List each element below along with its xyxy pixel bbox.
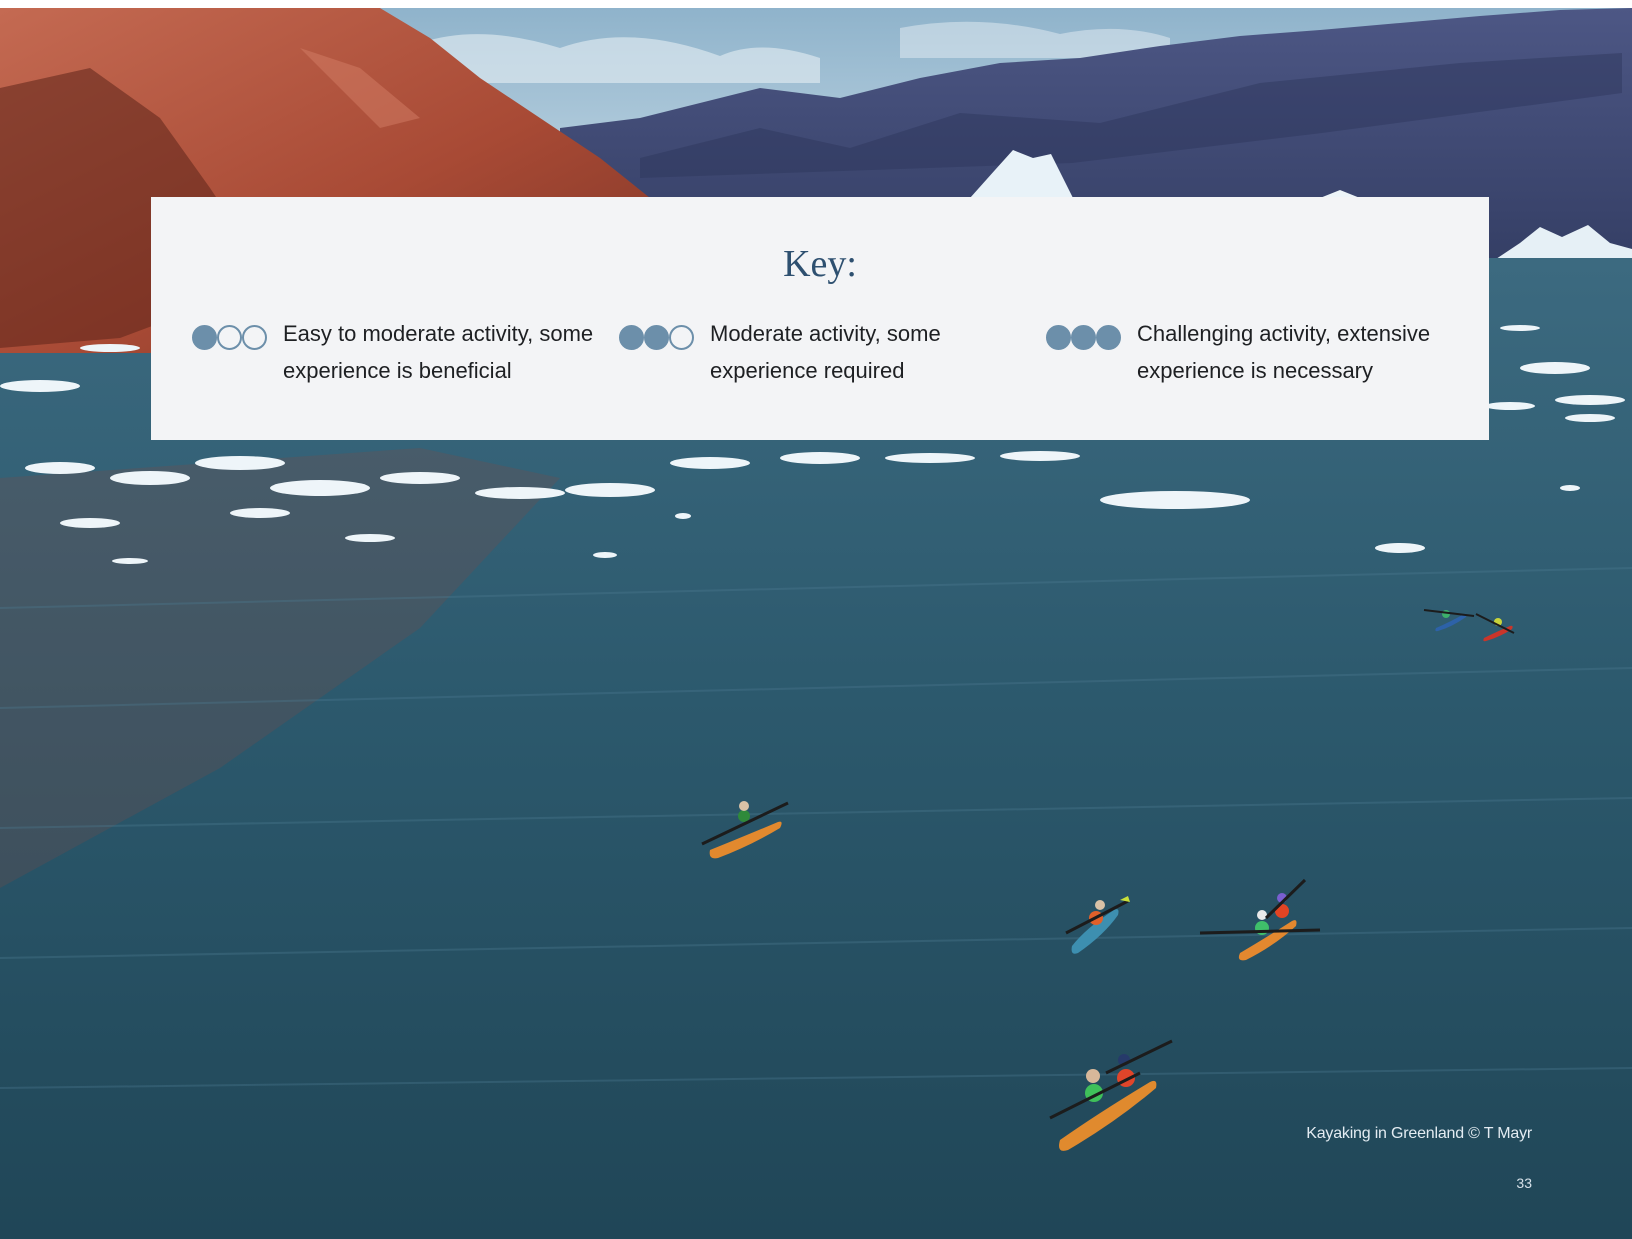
key-title: Key:: [783, 243, 857, 285]
key-panel: Key: Easy to moderate activity, some exp…: [151, 197, 1489, 440]
brochure-page: Key: Easy to moderate activity, some exp…: [0, 8, 1632, 1239]
empty-dot-icon: [669, 325, 694, 350]
key-item-challenging: Challenging activity, extensive experien…: [1005, 313, 1430, 393]
empty-dot-icon: [242, 325, 267, 350]
page-number: 33: [1516, 1175, 1532, 1191]
photo-caption: Kayaking in Greenland © T Mayr: [1306, 1125, 1532, 1142]
key-item-moderate: Moderate activity, some experience requi…: [578, 313, 978, 393]
difficulty-dots-1-of-3-icon: [192, 325, 268, 350]
key-item-description: Challenging activity, extensive experien…: [1137, 321, 1431, 383]
filled-dot-icon: [644, 325, 669, 350]
key-item-description: Easy to moderate activity, some experien…: [283, 321, 594, 383]
key-item-easy: Easy to moderate activity, some experien…: [151, 313, 593, 393]
filled-dot-icon: [619, 325, 644, 350]
filled-dot-icon: [1046, 325, 1071, 350]
filled-dot-icon: [1071, 325, 1096, 350]
empty-dot-icon: [217, 325, 242, 350]
filled-dot-icon: [192, 325, 217, 350]
key-item-description: Moderate activity, some experience requi…: [710, 321, 941, 383]
difficulty-dots-2-of-3-icon: [619, 325, 695, 350]
kayaking-photo: [0, 8, 1632, 1239]
filled-dot-icon: [1096, 325, 1121, 350]
difficulty-dots-3-of-3-icon: [1046, 325, 1122, 350]
